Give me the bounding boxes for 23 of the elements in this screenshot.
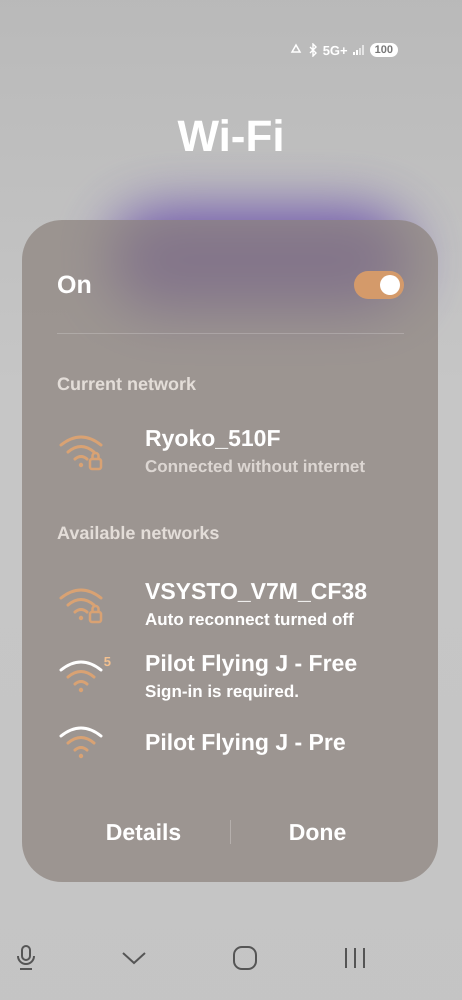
home-icon[interactable] bbox=[232, 945, 258, 971]
dialog-button[interactable]: Details bbox=[57, 808, 230, 856]
band-label: 5 bbox=[104, 654, 111, 669]
recent-apps-icon[interactable] bbox=[343, 946, 367, 970]
toggle-label: On bbox=[57, 270, 92, 300]
wifi-switch[interactable] bbox=[354, 271, 404, 299]
network-name[interactable]: VSYSTO_V7M_CF38 bbox=[145, 578, 368, 605]
bluetooth-icon bbox=[308, 43, 318, 57]
dialog-button[interactable]: Done bbox=[231, 808, 404, 856]
signal-icon bbox=[352, 45, 365, 55]
network-name[interactable]: Ryoko_510F bbox=[145, 425, 366, 452]
network-name[interactable]: Pilot Flying J - Pre bbox=[145, 728, 346, 756]
chevron-down-icon[interactable] bbox=[121, 950, 147, 966]
network-status: Sign-in is required. bbox=[145, 682, 300, 702]
section-heading: Available networks bbox=[57, 523, 220, 544]
section-heading: Current network bbox=[57, 374, 198, 395]
microphone-icon[interactable] bbox=[16, 944, 36, 972]
network-name[interactable]: Pilot Flying J - Free bbox=[145, 650, 358, 677]
network-type: 5G+ bbox=[322, 42, 348, 58]
network-status: Auto reconnect turned off bbox=[145, 610, 355, 630]
page-title: Wi-Fi bbox=[176, 112, 286, 162]
battery-indicator: 100 bbox=[370, 43, 398, 57]
network-status: Connected without internet bbox=[145, 457, 366, 477]
